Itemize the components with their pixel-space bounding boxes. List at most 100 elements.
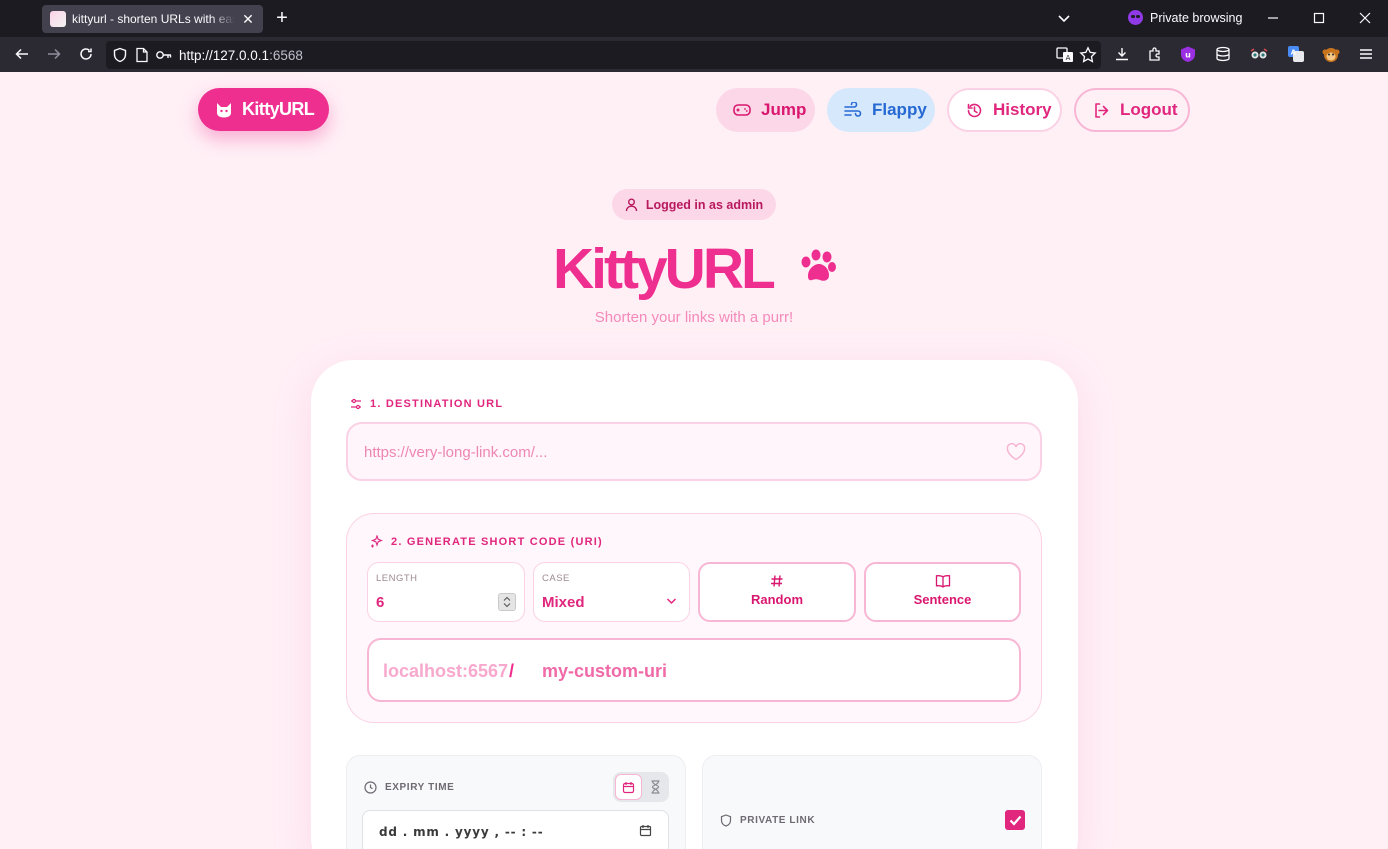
favicon-icon (50, 11, 66, 27)
wind-icon (844, 102, 862, 117)
checkmark-icon (1009, 815, 1021, 826)
private-mask-icon (1128, 10, 1143, 25)
translate-extension-icon[interactable]: A (1285, 43, 1307, 65)
url-port: :6568 (269, 48, 303, 63)
expiry-time-label-text: EXPIRY TIME (385, 782, 455, 793)
case-select[interactable]: CASE Mixed (533, 562, 690, 622)
calendar-icon (622, 781, 635, 793)
nav-jump-button[interactable]: Jump (716, 88, 815, 132)
sparkles-icon (370, 535, 383, 548)
reload-icon[interactable] (75, 43, 97, 65)
length-label: LENGTH (376, 573, 418, 584)
sentence-label: Sentence (913, 592, 972, 607)
custom-uri-placeholder: my-custom-uri (542, 661, 668, 681)
private-link-label-text: PRIVATE LINK (740, 815, 816, 826)
generate-short-code-label: 2. GENERATE SHORT CODE (URI) (370, 535, 603, 548)
nav-logout-label: Logout (1120, 100, 1178, 119)
expiry-date-input[interactable]: dd . mm . yyyy , -- : -- (362, 810, 669, 849)
paw-icon (801, 249, 836, 281)
case-label: CASE (542, 573, 570, 584)
browser-nav-bar: http://127.0.0.1:6568 A u A (0, 37, 1388, 72)
length-stepper[interactable] (498, 593, 516, 611)
calendar-picker-icon[interactable] (639, 824, 652, 837)
key-icon[interactable] (155, 47, 173, 68)
svg-text:A: A (1291, 49, 1297, 57)
new-tab-button[interactable]: + (272, 8, 292, 28)
length-input[interactable]: LENGTH 6 (367, 562, 525, 622)
sentence-button[interactable]: Sentence (864, 562, 1021, 622)
random-label: Random (751, 592, 803, 607)
page-info-icon[interactable] (135, 47, 149, 68)
extensions-icon[interactable] (1144, 43, 1166, 65)
nav-logout-button[interactable]: Logout (1074, 88, 1190, 132)
uri-slash: / (509, 661, 515, 681)
destination-url-placeholder: https://very-long-link.com/... (364, 444, 548, 461)
private-link-panel (702, 755, 1042, 849)
url-host: http://127.0.0.1 (179, 48, 270, 63)
hash-icon (771, 575, 783, 587)
case-value: Mixed (542, 594, 585, 611)
tab-close-button[interactable]: ✕ (241, 11, 255, 28)
sliders-icon (351, 398, 361, 410)
nav-flappy-button[interactable]: Flappy (827, 88, 935, 132)
hero-title: KittyURL (553, 237, 776, 301)
nav-history-button[interactable]: History (947, 88, 1062, 132)
list-all-tabs-icon[interactable] (1056, 10, 1072, 26)
maximize-icon[interactable] (1309, 8, 1329, 28)
history-icon (967, 103, 982, 117)
database-extension-icon[interactable] (1212, 43, 1234, 65)
expiry-time-label: EXPIRY TIME (364, 781, 454, 794)
book-icon (935, 575, 950, 588)
calendar-mode-button[interactable] (615, 774, 642, 800)
translate-icon[interactable]: A (1056, 46, 1074, 69)
address-bar[interactable]: http://127.0.0.1:6568 A (106, 41, 1101, 69)
logo-text: KittyURL (242, 99, 315, 119)
private-link-label: PRIVATE LINK (720, 814, 815, 827)
private-browsing-label: Private browsing (1150, 10, 1243, 25)
nav-jump-label: Jump (761, 100, 807, 119)
duration-mode-button[interactable] (643, 774, 667, 800)
logo-home-button[interactable]: KittyURL (198, 88, 329, 131)
browser-tab[interactable]: kittyurl - shorten URLs with ease ✕ (42, 5, 263, 33)
logged-in-badge: Logged in as admin (612, 189, 776, 220)
ublock-extension-icon[interactable]: u (1177, 43, 1199, 65)
downloads-icon[interactable] (1111, 43, 1133, 65)
forward-icon[interactable] (43, 43, 65, 65)
logged-in-text: Logged in as admin (645, 197, 764, 212)
logout-icon (1095, 102, 1109, 118)
expiry-mode-toggle (613, 772, 669, 802)
clock-icon (364, 781, 377, 794)
cat-icon (217, 102, 231, 117)
shield-icon[interactable] (112, 47, 128, 68)
chevron-down-icon (666, 598, 677, 605)
generate-short-code-label-text: 2. GENERATE SHORT CODE (URI) (391, 535, 603, 548)
destination-url-input[interactable]: https://very-long-link.com/... (346, 422, 1042, 481)
minimize-icon[interactable] (1263, 8, 1283, 28)
random-button[interactable]: Random (698, 562, 856, 622)
nav-history-label: History (993, 100, 1052, 119)
shield-icon (720, 814, 732, 827)
url-text: http://127.0.0.1:6568 (179, 48, 303, 63)
expiry-date-placeholder: dd . mm . yyyy , -- : -- (379, 825, 544, 839)
nav-flappy-label: Flappy (872, 100, 927, 119)
user-icon (625, 198, 638, 211)
tab-title: kittyurl - shorten URLs with ease (72, 12, 235, 26)
private-link-checkbox[interactable] (1005, 810, 1025, 830)
length-value: 6 (376, 594, 385, 611)
back-icon[interactable] (11, 43, 33, 65)
gamepad-icon (733, 104, 751, 116)
uri-host-prefix: localhost:6567 (383, 661, 509, 681)
hourglass-icon (651, 780, 659, 794)
app-menu-icon[interactable] (1355, 43, 1377, 65)
monkey-extension-icon[interactable] (1320, 43, 1342, 65)
close-window-icon[interactable] (1355, 8, 1375, 28)
browser-tab-bar: kittyurl - shorten URLs with ease ✕ + Pr… (0, 0, 1388, 37)
bookmark-star-icon[interactable] (1079, 46, 1097, 69)
destination-url-label: 1. DESTINATION URL (350, 398, 503, 410)
svg-text:u: u (1185, 51, 1191, 60)
private-browsing-indicator: Private browsing (1128, 10, 1242, 25)
glasses-extension-icon[interactable] (1248, 43, 1270, 65)
custom-uri-input[interactable]: localhost:6567 / my-custom-uri (367, 638, 1021, 702)
heart-icon (1006, 443, 1026, 461)
svg-text:A: A (1066, 54, 1071, 62)
